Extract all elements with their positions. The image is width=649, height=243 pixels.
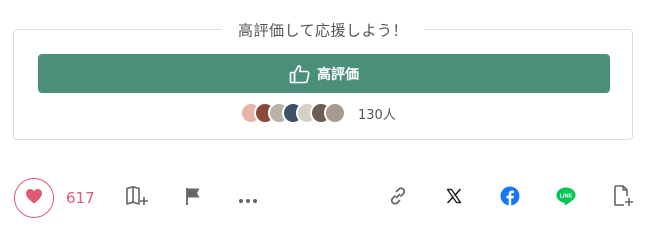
like-button[interactable] xyxy=(14,178,54,218)
share-facebook-button[interactable] xyxy=(498,186,522,210)
heart-icon xyxy=(25,188,43,208)
more-button[interactable] xyxy=(236,186,260,210)
high-rating-button[interactable]: 高評価 xyxy=(38,54,610,93)
more-dots-icon xyxy=(238,189,258,208)
flag-icon xyxy=(183,186,203,210)
share-line-button[interactable]: LINE xyxy=(554,186,578,210)
add-note-button[interactable] xyxy=(611,184,635,212)
x-icon xyxy=(446,188,462,208)
support-box: 高評価して応援しよう！ 高評価 130人 xyxy=(13,19,633,140)
facebook-icon xyxy=(500,186,520,210)
report-button[interactable] xyxy=(181,186,205,210)
copy-link-button[interactable] xyxy=(386,186,410,210)
magazine-add-button[interactable] xyxy=(125,186,149,210)
svg-text:LINE: LINE xyxy=(560,194,573,200)
like-count[interactable]: 617 xyxy=(66,189,95,207)
support-heading: 高評価して応援しよう！ xyxy=(221,19,425,41)
magazine-add-icon xyxy=(125,185,149,211)
supporters-row: 130人 xyxy=(240,102,396,124)
add-document-icon xyxy=(612,184,634,212)
avatar xyxy=(324,102,346,124)
supporter-count[interactable]: 130人 xyxy=(358,104,396,123)
line-icon: LINE xyxy=(555,186,577,210)
link-icon xyxy=(387,185,409,211)
thumbs-up-icon xyxy=(289,64,311,84)
high-rating-button-label: 高評価 xyxy=(317,65,359,82)
supporter-avatars[interactable] xyxy=(240,102,346,124)
share-x-button[interactable] xyxy=(442,186,466,210)
